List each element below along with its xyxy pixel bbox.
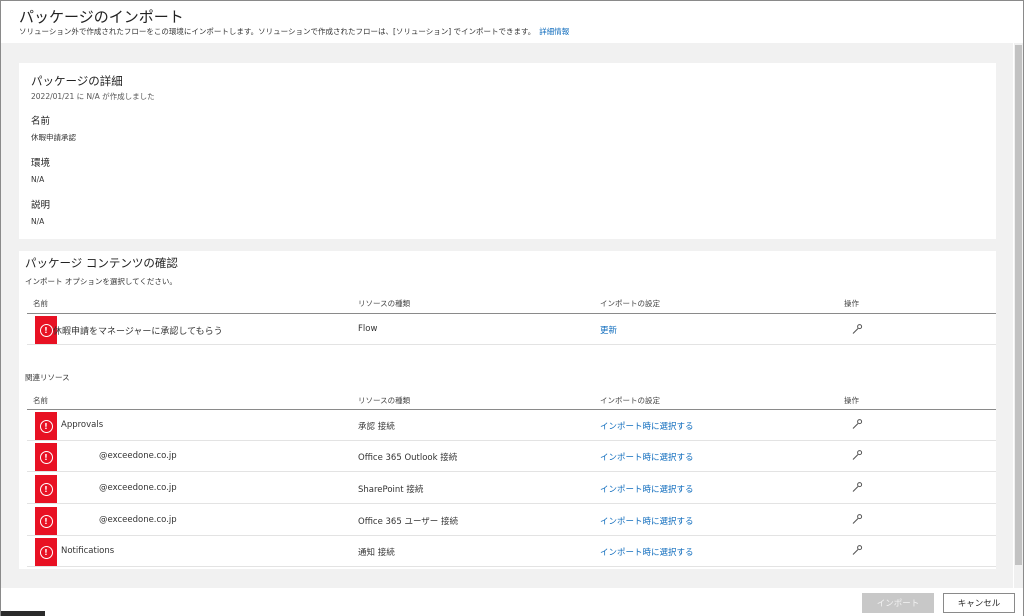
page-subtitle: ソリューション外で作成されたフローをこの環境にインポートします。ソリューションで… bbox=[19, 26, 569, 37]
wrench-icon[interactable] bbox=[851, 544, 863, 556]
related-resources-heading: 関連リソース bbox=[25, 373, 70, 382]
created-info: 2022/01/21 に N/A が作成しました bbox=[31, 92, 155, 101]
wrench-icon[interactable] bbox=[851, 449, 863, 461]
table-row[interactable]: ! 休暇申請をマネージャーに承認してもらう Flow 更新 bbox=[27, 314, 996, 345]
row-type: Office 365 Outlook 接続 bbox=[358, 453, 458, 463]
row-name: 休暇申請をマネージャーに承認してもらう bbox=[53, 327, 223, 337]
select-on-import-link[interactable]: インポート時に選択する bbox=[600, 420, 694, 432]
row-name: @exceedone.co.jp bbox=[99, 483, 177, 493]
name-label: 名前 bbox=[31, 116, 51, 127]
contents-instruction: インポート オプションを選択してください。 bbox=[25, 277, 177, 286]
footer-bar: インポート キャンセル bbox=[1, 588, 1023, 616]
wrench-icon[interactable] bbox=[851, 481, 863, 493]
col-import-setting: インポートの設定 bbox=[600, 396, 660, 405]
col-name: 名前 bbox=[33, 299, 48, 308]
error-circle-icon: ! bbox=[39, 419, 53, 433]
row-name: @exceedone.co.jp bbox=[99, 515, 177, 525]
learn-more-link[interactable]: 詳細情報 bbox=[539, 27, 569, 36]
row-type: Office 365 ユーザー 接続 bbox=[358, 517, 458, 527]
package-contents-card: パッケージ コンテンツの確認 インポート オプションを選択してください。 名前 … bbox=[19, 251, 996, 569]
cancel-button[interactable]: キャンセル bbox=[943, 593, 1015, 613]
details-heading: パッケージの詳細 bbox=[31, 74, 123, 88]
error-circle-icon: ! bbox=[39, 482, 53, 496]
col-resource-type: リソースの種類 bbox=[358, 299, 411, 308]
environment-value: N/A bbox=[31, 175, 45, 184]
col-name: 名前 bbox=[33, 396, 48, 405]
table-row[interactable]: ! @exceedone.co.jp Office 365 ユーザー 接続 イン… bbox=[27, 505, 996, 536]
row-type: SharePoint 接続 bbox=[358, 485, 424, 495]
row-name: Notifications bbox=[61, 546, 115, 556]
col-import-setting: インポートの設定 bbox=[600, 299, 660, 308]
name-value: 休暇申請承認 bbox=[31, 133, 76, 142]
row-name: @exceedone.co.jp bbox=[99, 451, 177, 461]
table-row[interactable]: ! @exceedone.co.jp SharePoint 接続 インポート時に… bbox=[27, 473, 996, 504]
contents-heading: パッケージ コンテンツの確認 bbox=[25, 256, 178, 270]
select-on-import-link[interactable]: インポート時に選択する bbox=[600, 515, 694, 527]
error-indicator: ! bbox=[35, 443, 57, 471]
error-circle-icon: ! bbox=[39, 545, 53, 559]
error-circle-icon: ! bbox=[39, 450, 53, 464]
update-link[interactable]: 更新 bbox=[600, 324, 617, 336]
error-indicator: ! bbox=[35, 475, 57, 503]
subtitle-text: ソリューション外で作成されたフローをこの環境にインポートします。ソリューションで… bbox=[19, 27, 536, 36]
taskbar-edge bbox=[1, 611, 45, 616]
page-title: パッケージのインポート bbox=[19, 8, 184, 26]
col-action: 操作 bbox=[844, 396, 859, 405]
error-circle-icon: ! bbox=[39, 514, 53, 528]
description-value: N/A bbox=[31, 217, 45, 226]
package-details-card: パッケージの詳細 2022/01/21 に N/A が作成しました 名前 休暇申… bbox=[19, 63, 996, 239]
scrollbar-thumb[interactable] bbox=[1015, 45, 1022, 565]
col-resource-type: リソースの種類 bbox=[358, 396, 411, 405]
row-type: 通知 接続 bbox=[358, 548, 395, 558]
select-on-import-link[interactable]: インポート時に選択する bbox=[600, 546, 694, 558]
page-header: パッケージのインポート ソリューション外で作成されたフローをこの環境にインポート… bbox=[1, 1, 1023, 43]
description-label: 説明 bbox=[31, 200, 51, 211]
wrench-icon[interactable] bbox=[851, 323, 863, 335]
row-type: Flow bbox=[358, 324, 378, 334]
environment-label: 環境 bbox=[31, 158, 51, 169]
error-indicator: ! bbox=[35, 538, 57, 566]
error-indicator: ! bbox=[35, 412, 57, 440]
row-type: 承認 接続 bbox=[358, 422, 395, 432]
vertical-scrollbar[interactable] bbox=[1014, 43, 1023, 588]
error-indicator: ! bbox=[35, 507, 57, 535]
select-on-import-link[interactable]: インポート時に選択する bbox=[600, 451, 694, 463]
wrench-icon[interactable] bbox=[851, 513, 863, 525]
select-on-import-link[interactable]: インポート時に選択する bbox=[600, 483, 694, 495]
wrench-icon[interactable] bbox=[851, 418, 863, 430]
row-name: Approvals bbox=[61, 420, 104, 430]
error-circle-icon: ! bbox=[39, 323, 53, 337]
col-action: 操作 bbox=[844, 299, 859, 308]
table-row[interactable]: ! Approvals 承認 接続 インポート時に選択する bbox=[27, 410, 996, 441]
table-row[interactable]: ! Notifications 通知 接続 インポート時に選択する bbox=[27, 536, 996, 567]
table-row[interactable]: ! @exceedone.co.jp Office 365 Outlook 接続… bbox=[27, 441, 996, 472]
import-button[interactable]: インポート bbox=[862, 593, 934, 613]
